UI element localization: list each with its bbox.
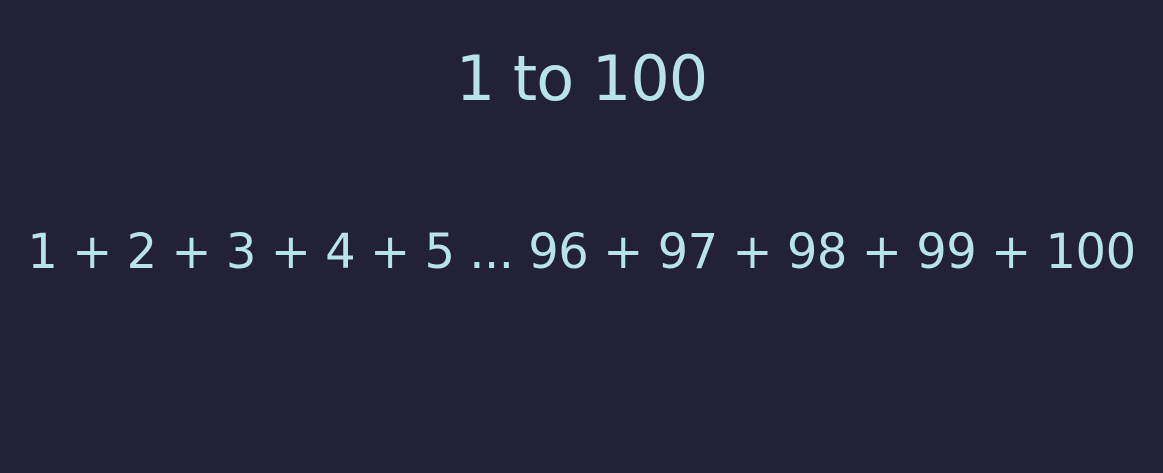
- slide-title: 1 to 100: [455, 42, 708, 115]
- slide-canvas: 1 to 100 1 + 2 + 3 + 4 + 5 ... 96 + 97 +…: [0, 0, 1163, 473]
- sum-expression: 1 + 2 + 3 + 4 + 5 ... 96 + 97 + 98 + 99 …: [27, 224, 1136, 280]
